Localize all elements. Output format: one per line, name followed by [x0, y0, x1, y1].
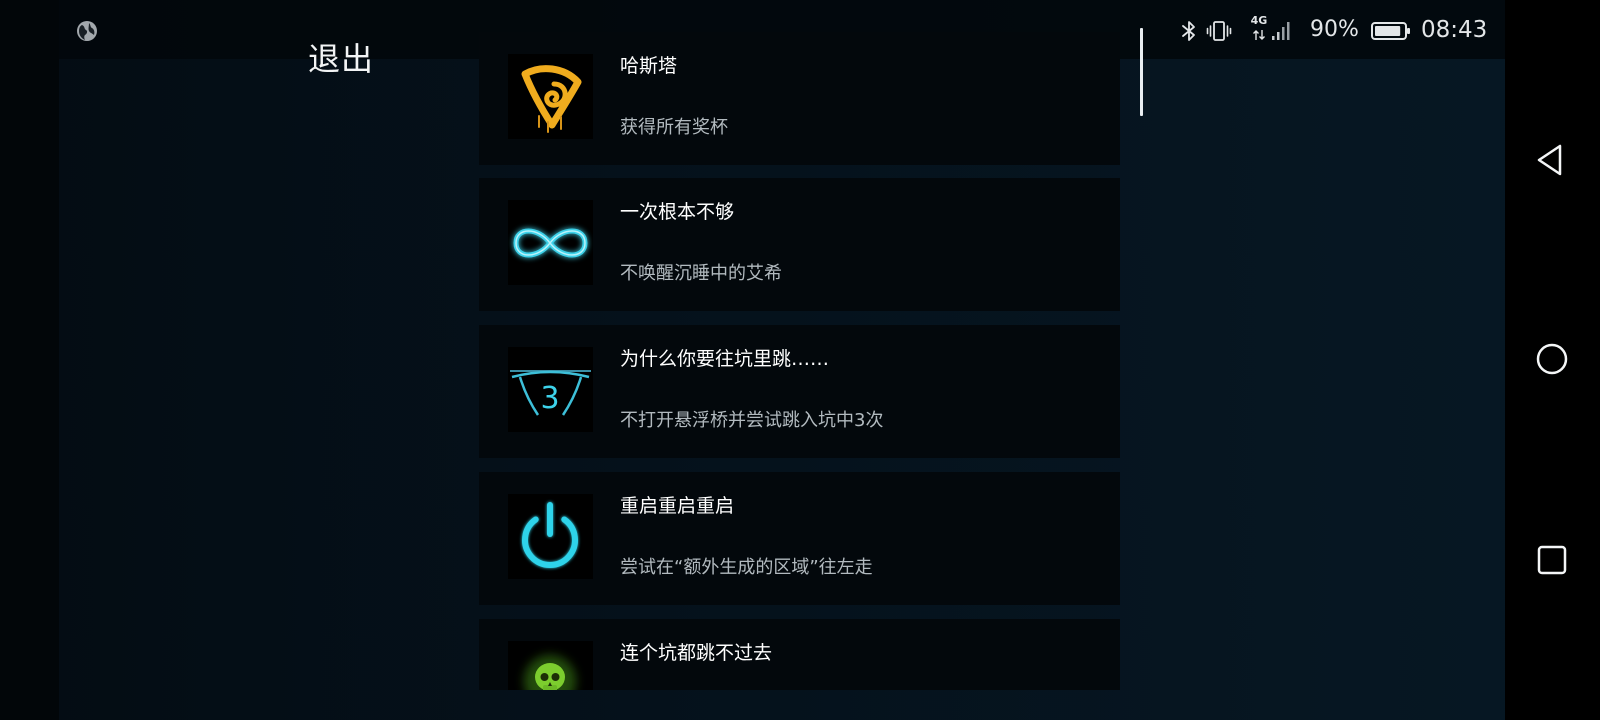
home-icon [1536, 343, 1568, 375]
exit-button[interactable]: 退出 [308, 34, 374, 80]
vibrate-icon [1206, 19, 1232, 47]
recents-button[interactable] [1536, 544, 1568, 580]
power-icon [508, 494, 593, 579]
achievement-title: 一次根本不够 [620, 201, 735, 223]
left-edge [0, 0, 59, 720]
infinity-icon [508, 200, 593, 285]
achievement-list[interactable]: 哈斯塔 获得所有奖杯 一次根本不够 不唤醒沉睡中的艾希 3 为什么你要往坑里跳…… [479, 32, 1120, 690]
achievement-card: 重启重启重启 尝试在“额外生成的区域”往左走 [479, 472, 1120, 605]
data-arrows-icon [1253, 30, 1265, 40]
home-button[interactable] [1535, 342, 1569, 380]
achievement-card: 哈斯塔 获得所有奖杯 [479, 32, 1120, 165]
battery-fill [1375, 26, 1401, 36]
hastur-sigil-icon [508, 54, 593, 139]
achievement-card: 3 为什么你要往坑里跳…… 不打开悬浮桥并尝试跳入坑中3次 [479, 325, 1120, 458]
network-type-label: 4G [1250, 14, 1268, 27]
battery-percent: 90% [1310, 17, 1359, 42]
clock: 08:43 [1421, 17, 1488, 43]
back-button[interactable] [1535, 143, 1567, 181]
bridge-icon: 3 [508, 347, 593, 432]
bluetooth-icon [1180, 19, 1198, 47]
back-icon [1537, 144, 1562, 176]
signal-icon [1271, 20, 1291, 46]
achievement-title: 重启重启重启 [620, 495, 735, 517]
achievement-card: 连个坑都跳不过去 [479, 619, 1120, 690]
globe-icon [76, 20, 98, 46]
achievement-description: 不唤醒沉睡中的艾希 [620, 263, 782, 284]
achievement-title: 哈斯塔 [620, 55, 678, 77]
network-indicator: 4G [1250, 15, 1268, 45]
battery-icon [1371, 20, 1413, 46]
list-scrollbar[interactable] [1140, 28, 1143, 116]
recents-icon [1537, 545, 1567, 575]
achievement-card: 一次根本不够 不唤醒沉睡中的艾希 [479, 178, 1120, 311]
achievement-description: 获得所有奖杯 [620, 117, 728, 138]
achievement-description: 不打开悬浮桥并尝试跳入坑中3次 [620, 410, 884, 431]
achievement-title: 连个坑都跳不过去 [620, 642, 773, 664]
bridge-icon-digit: 3 [540, 381, 559, 416]
achievement-description: 尝试在“额外生成的区域”往左走 [620, 557, 873, 578]
achievement-title: 为什么你要往坑里跳…… [620, 348, 830, 370]
skull-icon [508, 641, 593, 690]
